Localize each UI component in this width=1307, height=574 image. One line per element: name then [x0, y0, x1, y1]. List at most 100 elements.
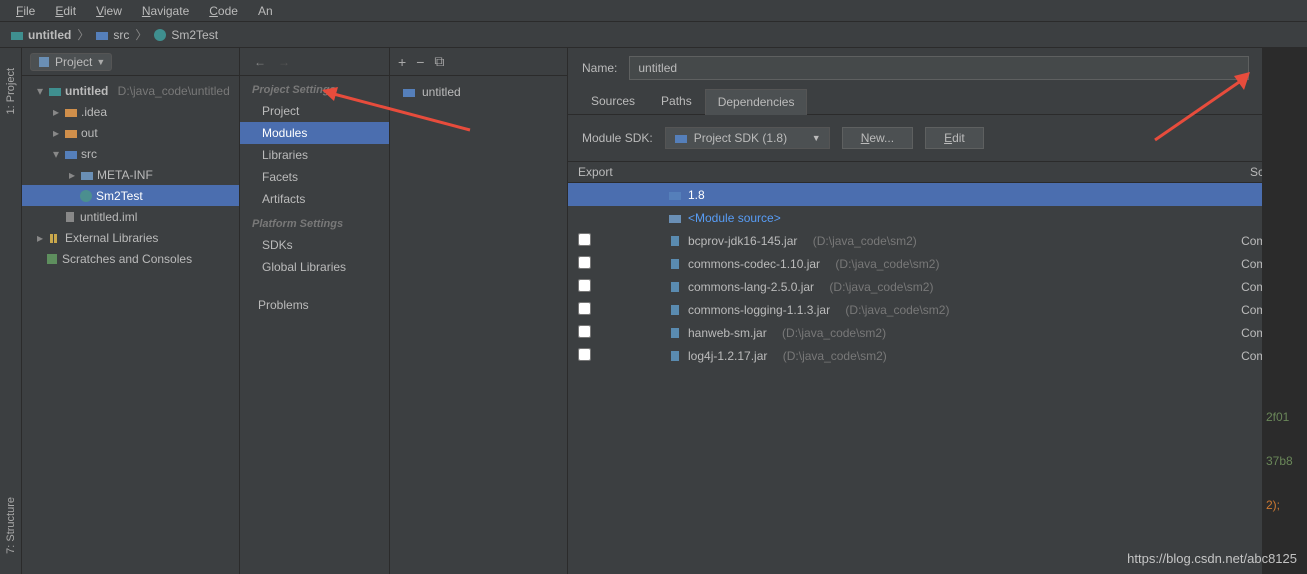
module-item[interactable]: untitled [390, 82, 567, 102]
module-tabs: Sources Paths Dependencies [568, 88, 1307, 115]
dependencies-header: Export Scope [568, 161, 1307, 183]
menu-view[interactable]: View [88, 2, 130, 20]
menu-file[interactable]: FFileile [8, 2, 43, 20]
dependency-row-jar[interactable]: commons-lang-2.5.0.jar (D:\java_code\sm2… [568, 275, 1307, 298]
module-sdk-select[interactable]: Project SDK (1.8) ▼ [665, 127, 830, 149]
menu-edit[interactable]: Edit [47, 2, 84, 20]
watermark: https://blog.csdn.net/abc8125 [1127, 551, 1297, 566]
expand-icon[interactable]: ▸ [35, 231, 45, 245]
settings-item-problems[interactable]: Problems [240, 294, 389, 316]
folder-icon [10, 28, 24, 42]
forward-button[interactable]: → [272, 55, 296, 69]
expand-icon[interactable]: ▸ [67, 168, 77, 182]
expand-icon[interactable]: ▾ [35, 84, 45, 98]
folder-icon [64, 105, 78, 119]
header-export[interactable]: Export [568, 165, 618, 179]
tree-external-libraries[interactable]: ▸ External Libraries [22, 227, 239, 248]
project-tree[interactable]: ▾ untitled D:\java_code\untitled ▸ .idea… [22, 76, 239, 273]
tool-window-bar-left: 1: Project 7: Structure [0, 48, 22, 574]
module-name-input[interactable] [629, 56, 1249, 80]
jar-icon [668, 234, 682, 248]
settings-group-project: Project Settings [240, 76, 389, 100]
expand-icon[interactable]: ▸ [51, 105, 61, 119]
dependency-row-sdk[interactable]: 1.8 [568, 183, 1307, 206]
breadcrumb-project[interactable]: untitled [10, 28, 71, 42]
settings-group-platform: Platform Settings [240, 210, 389, 234]
module-icon [402, 85, 416, 99]
tree-root[interactable]: ▾ untitled D:\java_code\untitled [22, 80, 239, 101]
menu-code[interactable]: Code [201, 2, 246, 20]
export-checkbox[interactable] [578, 348, 591, 361]
dependency-row-jar[interactable]: commons-codec-1.10.jar (D:\java_code\sm2… [568, 252, 1307, 275]
expand-icon[interactable]: ▸ [51, 126, 61, 140]
settings-item-libraries[interactable]: Libraries [240, 144, 389, 166]
project-panel: Project ▼ ▾ untitled D:\java_code\untitl… [22, 48, 240, 574]
menu-navigate[interactable]: Navigate [134, 2, 197, 20]
dependency-row-module-source[interactable]: <Module source> [568, 206, 1307, 229]
chevron-right-icon: 〉 [135, 26, 147, 43]
editor-peek: 2f01 37b8 2); [1262, 48, 1307, 574]
sdk-icon [674, 131, 688, 145]
export-checkbox[interactable] [578, 279, 591, 292]
dependency-row-jar[interactable]: log4j-1.2.17.jar (D:\java_code\sm2) Comp… [568, 344, 1307, 367]
dependency-row-jar[interactable]: hanweb-sm.jar (D:\java_code\sm2) Compile… [568, 321, 1307, 344]
settings-item-sdks[interactable]: SDKs [240, 234, 389, 256]
modules-list-panel: + − ⧉ untitled [390, 48, 568, 574]
menu-analyze[interactable]: An [250, 2, 281, 20]
copy-module-button[interactable]: ⧉ [434, 53, 444, 70]
tree-idea[interactable]: ▸ .idea [22, 101, 239, 122]
settings-item-modules[interactable]: Modules [240, 122, 389, 144]
remove-module-button[interactable]: − [416, 54, 424, 70]
jar-icon [668, 280, 682, 294]
export-checkbox[interactable] [578, 233, 591, 246]
toolwin-structure[interactable]: 7: Structure [5, 497, 17, 554]
chevron-down-icon: ▼ [812, 133, 821, 143]
export-checkbox[interactable] [578, 256, 591, 269]
expand-icon[interactable]: ▾ [51, 147, 61, 161]
breadcrumb-src[interactable]: src [95, 28, 129, 42]
toolwin-project[interactable]: 1: Project [5, 68, 17, 114]
breadcrumb-class[interactable]: Sm2Test [153, 28, 218, 42]
tree-sm2test[interactable]: Sm2Test [22, 185, 239, 206]
settings-item-facets[interactable]: Facets [240, 166, 389, 188]
tree-out[interactable]: ▸ out [22, 122, 239, 143]
name-label: Name: [582, 61, 617, 75]
tree-scratches[interactable]: Scratches and Consoles [22, 248, 239, 269]
tree-metainf[interactable]: ▸ META-INF [22, 164, 239, 185]
tree-iml[interactable]: untitled.iml [22, 206, 239, 227]
sdk-icon [668, 188, 682, 202]
breadcrumb: untitled 〉 src 〉 Sm2Test [0, 22, 1307, 48]
export-checkbox[interactable] [578, 302, 591, 315]
class-icon [153, 28, 167, 42]
settings-item-global-libs[interactable]: Global Libraries [240, 256, 389, 278]
settings-item-artifacts[interactable]: Artifacts [240, 188, 389, 210]
jar-icon [668, 257, 682, 271]
jar-icon [668, 349, 682, 363]
library-icon [48, 231, 62, 245]
new-sdk-button[interactable]: New... [842, 127, 913, 149]
modules-toolbar: + − ⧉ [390, 48, 567, 76]
project-panel-header: Project ▼ [22, 48, 239, 76]
project-view-selector[interactable]: Project ▼ [30, 53, 112, 71]
class-icon [79, 189, 93, 203]
folder-icon [80, 168, 94, 182]
add-module-button[interactable]: + [398, 54, 406, 70]
export-checkbox[interactable] [578, 325, 591, 338]
folder-icon [64, 147, 78, 161]
tab-sources[interactable]: Sources [578, 88, 648, 114]
tab-paths[interactable]: Paths [648, 88, 705, 114]
tab-dependencies[interactable]: Dependencies [705, 89, 808, 115]
module-sdk-label: Module SDK: [582, 131, 653, 145]
tree-src[interactable]: ▾ src [22, 143, 239, 164]
dependency-row-jar[interactable]: commons-logging-1.1.3.jar (D:\java_code\… [568, 298, 1307, 321]
chevron-right-icon: 〉 [77, 26, 89, 43]
dependency-row-jar[interactable]: bcprov-jdk16-145.jar (D:\java_code\sm2) … [568, 229, 1307, 252]
folder-icon [64, 126, 78, 140]
settings-nav: ← → [240, 48, 389, 76]
chevron-down-icon: ▼ [96, 57, 105, 67]
settings-item-project[interactable]: Project [240, 100, 389, 122]
edit-sdk-button[interactable]: Edit [925, 127, 984, 149]
back-button[interactable]: ← [248, 55, 272, 69]
folder-icon [95, 28, 109, 42]
project-icon [37, 55, 51, 69]
